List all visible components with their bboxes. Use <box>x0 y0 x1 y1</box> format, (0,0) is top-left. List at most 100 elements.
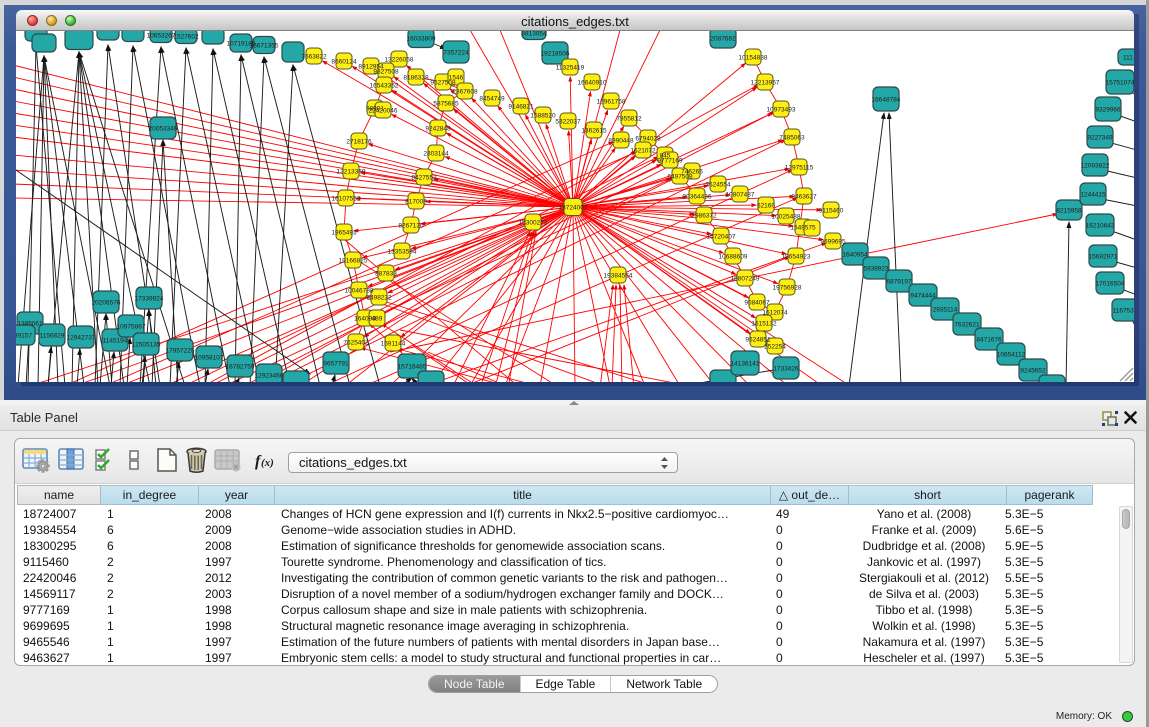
svg-text:10046788: 10046788 <box>345 288 374 295</box>
svg-text:9146821: 9146821 <box>508 104 534 111</box>
svg-text:19384554: 19384554 <box>604 273 633 280</box>
svg-text:1167533: 1167533 <box>1113 308 1134 315</box>
svg-text:1385061: 1385061 <box>17 321 43 328</box>
svg-text:5322037: 5322037 <box>555 119 581 126</box>
svg-text:16782759: 16782759 <box>226 364 255 371</box>
svg-text:9463627: 9463627 <box>791 194 817 201</box>
svg-text:12213967: 12213967 <box>751 80 780 87</box>
svg-text:22420046: 22420046 <box>369 108 398 115</box>
svg-text:12505135: 12505135 <box>132 342 161 349</box>
svg-text:1362615: 1362615 <box>581 128 607 135</box>
svg-text:12923466: 12923466 <box>255 373 284 380</box>
svg-text:7485063: 7485063 <box>779 135 805 142</box>
svg-text:252254: 252254 <box>764 344 786 351</box>
svg-text:18724007: 18724007 <box>559 205 588 212</box>
svg-text:1733426: 1733426 <box>773 366 799 373</box>
svg-text:1546: 1546 <box>449 75 464 82</box>
svg-text:8427552: 8427552 <box>411 175 437 182</box>
svg-text:10653267: 10653267 <box>147 33 176 40</box>
svg-text:817008: 817008 <box>405 199 427 206</box>
svg-text:9084067: 9084067 <box>744 300 770 307</box>
svg-text:7625402: 7625402 <box>343 340 369 347</box>
svg-text:11325419: 11325419 <box>556 65 585 72</box>
svg-text:887833: 887833 <box>375 271 397 278</box>
svg-text:1612074: 1612074 <box>762 310 788 317</box>
svg-text:8454749: 8454749 <box>479 96 505 103</box>
svg-text:19218506: 19218506 <box>541 51 570 58</box>
svg-text:8186328: 8186328 <box>403 75 429 82</box>
svg-text:7955812: 7955812 <box>616 116 642 123</box>
svg-text:9227349: 9227349 <box>1087 135 1113 142</box>
svg-text:16107552: 16107552 <box>332 196 361 203</box>
svg-text:12213369: 12213369 <box>337 169 366 176</box>
svg-text:19166825: 19166825 <box>339 258 368 265</box>
svg-text:8471676: 8471676 <box>976 337 1002 344</box>
svg-text:10154838: 10154838 <box>739 55 768 62</box>
svg-text:1640954: 1640954 <box>842 252 868 259</box>
svg-text:14136141: 14136141 <box>731 361 760 368</box>
svg-text:10958107: 10958107 <box>195 355 224 362</box>
svg-text:9777169: 9777169 <box>657 158 683 165</box>
svg-text:2935114: 2935114 <box>933 307 958 314</box>
svg-text:6794028: 6794028 <box>635 136 661 143</box>
svg-text:1549575: 1549575 <box>790 225 816 232</box>
svg-text:8660124: 8660124 <box>331 59 357 66</box>
svg-text:15692971: 15692971 <box>1089 254 1118 261</box>
svg-text:17016504: 17016504 <box>1096 281 1125 288</box>
svg-text:13353594: 13353594 <box>388 249 417 256</box>
svg-text:17339924: 17339924 <box>135 296 164 303</box>
svg-text:15720407: 15720407 <box>707 234 736 241</box>
svg-text:2803144: 2803144 <box>423 151 449 158</box>
svg-text:1965493: 1965493 <box>331 230 357 237</box>
svg-text:19756928: 19756928 <box>773 285 802 292</box>
svg-text:62160: 62160 <box>757 203 775 210</box>
svg-text:3624554: 3624554 <box>705 182 731 189</box>
svg-text:8215958: 8215958 <box>1056 208 1082 215</box>
svg-text:489: 489 <box>372 316 383 323</box>
svg-text:(x): (x) <box>261 457 274 469</box>
svg-text:1244415: 1244415 <box>1080 192 1106 199</box>
svg-text:12975115: 12975115 <box>785 165 814 172</box>
svg-text:12093822: 12093822 <box>1081 163 1110 170</box>
svg-text:9245652: 9245652 <box>1020 368 1046 375</box>
svg-text:9329966: 9329966 <box>1095 107 1121 114</box>
svg-text:1145194: 1145194 <box>103 338 128 345</box>
svg-text:16648784: 16648784 <box>872 97 901 104</box>
svg-text:20206576: 20206576 <box>92 300 121 307</box>
svg-text:8267130: 8267130 <box>398 223 424 230</box>
svg-text:9827508: 9827508 <box>373 69 399 76</box>
svg-text:10654112: 10654112 <box>997 352 1026 359</box>
svg-text:9474444: 9474444 <box>910 293 936 300</box>
svg-text:9657791: 9657791 <box>323 361 349 368</box>
svg-text:16671355: 16671355 <box>250 43 279 50</box>
svg-text:39157: 39157 <box>16 333 32 340</box>
svg-text:9242848: 9242848 <box>425 126 451 133</box>
svg-text:1691144: 1691144 <box>381 341 406 348</box>
svg-text:5875685: 5875685 <box>433 101 459 108</box>
svg-text:10025488: 10025488 <box>772 214 801 221</box>
svg-text:10688609: 10688609 <box>719 254 748 261</box>
svg-text:16640910: 16640910 <box>578 80 607 87</box>
svg-text:10973493: 10973493 <box>767 107 796 114</box>
svg-text:18807249: 18807249 <box>731 276 760 283</box>
svg-text:15300273: 15300273 <box>519 220 548 227</box>
svg-text:10975867: 10975867 <box>117 324 146 331</box>
svg-text:16543362: 16543362 <box>370 83 399 90</box>
svg-text:17957225: 17957225 <box>166 348 195 355</box>
svg-text:8813054: 8813054 <box>521 31 547 38</box>
svg-text:8990448: 8990448 <box>608 138 634 145</box>
svg-text:9524851: 9524851 <box>745 337 771 344</box>
svg-text:16033809: 16033809 <box>407 36 436 43</box>
svg-text:7986372: 7986372 <box>691 213 717 220</box>
svg-text:10807487: 10807487 <box>726 192 755 199</box>
svg-text:1588520: 1588520 <box>530 113 556 120</box>
svg-text:9115460: 9115460 <box>819 208 844 215</box>
svg-text:16210643: 16210643 <box>1086 223 1115 230</box>
svg-text:20053346: 20053346 <box>149 126 178 133</box>
svg-text:5938923: 5938923 <box>863 266 889 273</box>
svg-text:2718176: 2718176 <box>346 139 372 146</box>
svg-text:1527602: 1527602 <box>173 34 199 41</box>
svg-text:9498222: 9498222 <box>366 295 392 302</box>
svg-text:12942737: 12942737 <box>67 335 96 342</box>
svg-text:7632621: 7632621 <box>954 322 980 329</box>
